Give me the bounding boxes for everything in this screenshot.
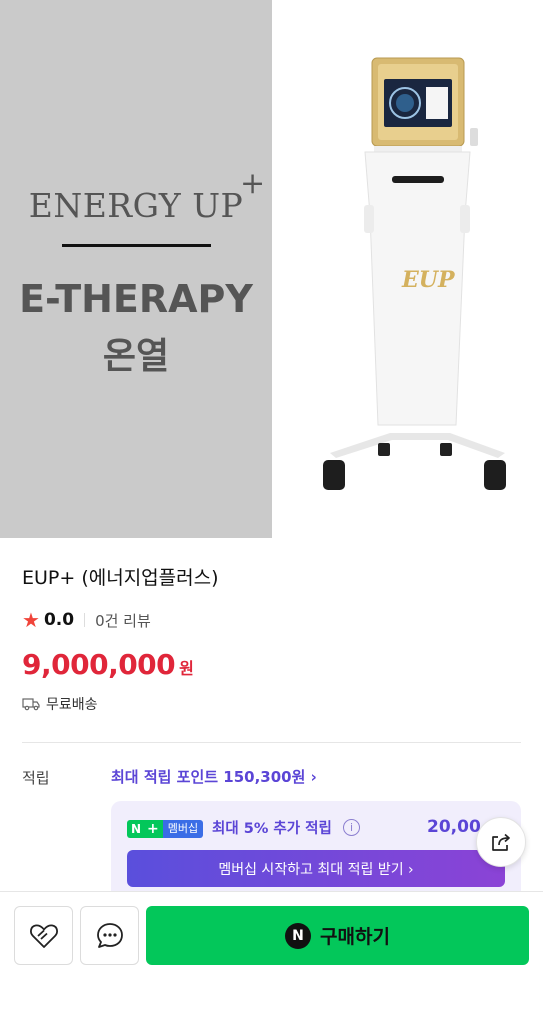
npay-membership-badge: N + 멤버십 <box>127 820 204 838</box>
points-label: 적립 <box>22 769 50 787</box>
share-icon <box>492 833 510 851</box>
truck-icon <box>22 698 40 711</box>
buy-button[interactable]: N 구매하기 <box>146 906 529 965</box>
bottom-action-bar: N 구매하기 <box>0 891 543 1024</box>
info-icon[interactable]: i <box>343 819 360 836</box>
naver-pay-icon: N <box>285 922 312 949</box>
heart-icon <box>29 923 58 948</box>
talk-talk-button[interactable] <box>80 906 139 965</box>
product-hero-image[interactable]: ENERGY UP + E-THERAPY 온열 EUP <box>0 0 543 538</box>
buy-button-label: 구매하기 <box>320 926 390 948</box>
chat-icon <box>96 922 123 948</box>
shipping-label: 무료배송 <box>46 697 98 713</box>
brand-english: ENERGY UP <box>28 186 244 225</box>
rating-value: 0.0 <box>43 610 75 630</box>
wishlist-button[interactable] <box>14 906 73 965</box>
membership-amount: 20,00 <box>427 817 481 837</box>
star-icon: ★ <box>22 608 40 632</box>
max-points-link[interactable]: 최대 적립 포인트 150,300원 › <box>111 766 317 787</box>
membership-cta-button[interactable]: 멤버십 시작하고 최대 적립 받기 › <box>127 850 505 887</box>
hero-brand-panel: ENERGY UP + E-THERAPY 온열 <box>0 0 272 538</box>
membership-extra-points: 최대 5% 추가 적립 <box>212 821 332 837</box>
review-count[interactable]: 0건 리뷰 <box>95 610 151 631</box>
product-title: EUP+ (에너지업플러스) <box>22 567 219 589</box>
npay-n: N <box>127 820 146 838</box>
product-price: 9,000,000 <box>22 648 176 681</box>
rating-separator <box>84 613 86 627</box>
price-currency: 원 <box>179 659 194 678</box>
price-row: 9,000,000 원 <box>22 648 194 681</box>
rating-row[interactable]: ★ 0.0 0건 리뷰 <box>22 608 151 632</box>
brand-divider <box>62 244 211 247</box>
npay-label: 멤버십 <box>162 820 204 838</box>
shipping-info: 무료배송 <box>22 694 98 714</box>
section-divider <box>22 742 521 743</box>
npay-plus: + <box>145 820 163 838</box>
device-illustration: EUP <box>323 57 506 490</box>
membership-box: N + 멤버십 최대 5% 추가 적립 i 20,00 멤버십 시작하고 최대 … <box>111 801 521 901</box>
brand-subtitle: E-THERAPY <box>19 277 253 321</box>
share-button[interactable] <box>476 817 526 867</box>
brand-plus: + <box>240 166 266 201</box>
svg-text:EUP: EUP <box>401 267 456 293</box>
brand-korean: 온열 <box>102 336 170 377</box>
